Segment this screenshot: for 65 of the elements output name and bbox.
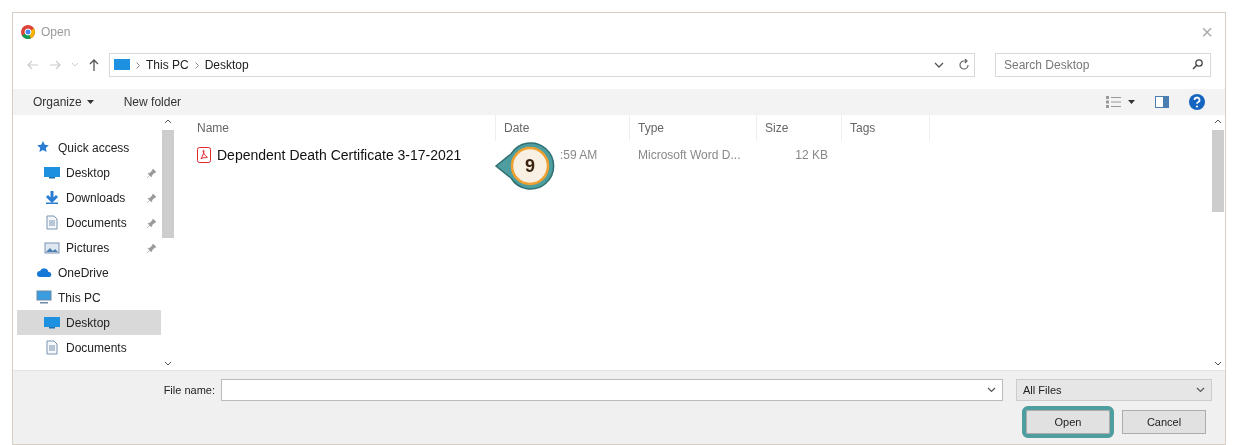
new-folder-button[interactable]: New folder — [123, 93, 182, 111]
column-header[interactable]: Date — [496, 115, 630, 141]
computer-icon — [114, 59, 130, 71]
document-icon — [44, 340, 60, 355]
computer-icon — [36, 290, 52, 305]
file-name[interactable]: Dependent Death Certificate 3-17-2021 — [217, 144, 462, 166]
step-number: 9 — [524, 155, 536, 177]
scroll-thumb[interactable] — [1212, 130, 1224, 212]
sidebar-item[interactable]: Desktop — [17, 310, 161, 335]
scroll-thumb[interactable] — [162, 130, 174, 238]
column-header[interactable]: Tags — [842, 115, 930, 141]
organize-button[interactable]: Organize — [33, 93, 94, 111]
column-header[interactable]: Name — [189, 115, 496, 141]
sidebar-item[interactable]: OneDrive — [17, 260, 161, 285]
sidebar-item[interactable]: This PC — [17, 285, 161, 310]
caret-icon — [1128, 100, 1135, 104]
type-cell: Microsoft Word D... — [638, 148, 741, 162]
chevron-right-icon — [194, 61, 199, 69]
document-icon — [44, 215, 60, 230]
date-cell: :59 AM — [560, 148, 598, 162]
down-arrow-icon — [44, 190, 60, 205]
breadcrumb-item[interactable]: This PC — [146, 56, 189, 74]
file-name-label: File name: — [162, 382, 216, 398]
column-header[interactable]: Type — [630, 115, 757, 141]
scroll-up-icon — [1214, 119, 1222, 124]
star-icon — [36, 140, 52, 155]
back-arrow-icon — [27, 60, 39, 70]
pdf-file-icon — [197, 147, 211, 163]
forward-arrow-icon — [49, 60, 61, 70]
view-options-button[interactable] — [1106, 96, 1135, 108]
caret-icon — [86, 100, 94, 104]
scroll-up-icon — [164, 119, 172, 124]
browser-logo-icon — [21, 25, 35, 39]
sidebar-item[interactable]: Pictures — [17, 235, 161, 260]
monitor-icon — [44, 165, 60, 180]
search-field[interactable]: Search Desktop — [995, 53, 1211, 77]
sidebar-item[interactable]: Documents — [17, 210, 161, 235]
sidebar-item[interactable]: Documents — [17, 335, 161, 360]
up-arrow-icon — [89, 59, 99, 71]
file-name-field[interactable] — [221, 379, 1003, 401]
address-bar[interactable]: This PC Desktop — [109, 53, 975, 77]
refresh-icon — [958, 59, 970, 71]
dialog-button[interactable]: Cancel — [1122, 410, 1206, 434]
preview-pane-icon — [1155, 96, 1169, 108]
scroll-down-icon — [1214, 361, 1222, 366]
sidebar-item[interactable]: Quick access — [17, 135, 161, 160]
size-cell-text: 12 KB — [795, 147, 828, 164]
help-icon — [1189, 94, 1205, 110]
dropdown-caret-icon — [71, 62, 79, 68]
breadcrumb-item[interactable]: Desktop — [204, 56, 249, 74]
sidebar-item[interactable]: Downloads — [17, 185, 161, 210]
column-header[interactable]: Size — [757, 115, 842, 141]
window-title: Open — [41, 24, 71, 41]
image-icon — [44, 240, 60, 255]
chevron-down-icon — [934, 61, 944, 69]
cloud-icon — [36, 265, 52, 280]
chevron-down-icon — [987, 387, 996, 393]
scroll-down-icon — [164, 361, 172, 366]
search-icon — [1192, 59, 1203, 70]
file-type-dropdown[interactable]: All Files — [1016, 379, 1212, 401]
chevron-right-icon — [136, 61, 140, 69]
chevron-down-icon — [1196, 387, 1205, 393]
list-view-icon — [1106, 96, 1122, 108]
sidebar-item[interactable]: Desktop — [17, 160, 161, 185]
monitor-icon — [44, 315, 60, 330]
